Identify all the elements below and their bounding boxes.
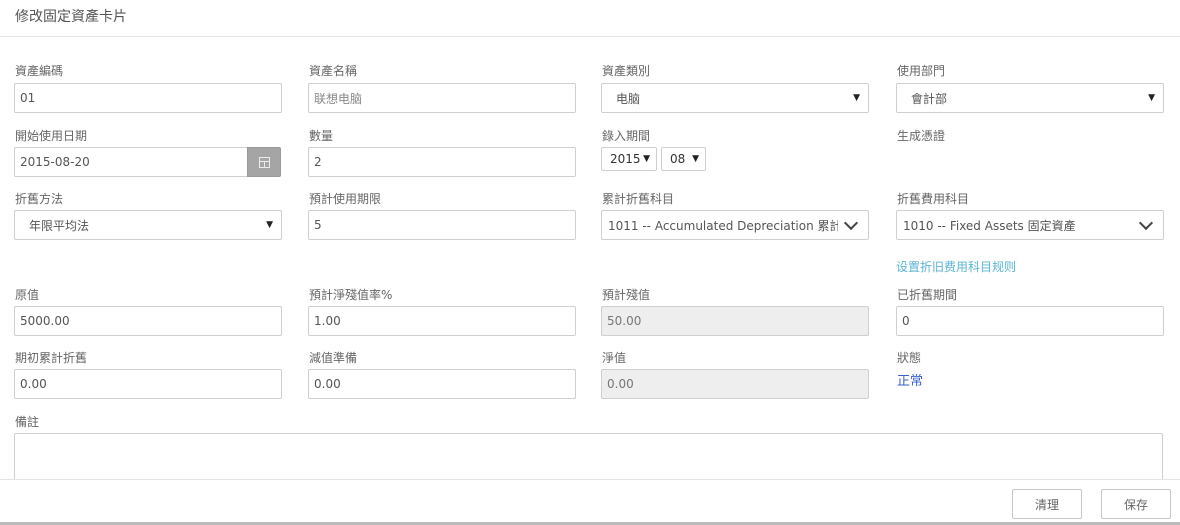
depr-expense-account-select[interactable]: 1010 -- Fixed Assets 固定資產 xyxy=(896,210,1164,240)
impairment-input[interactable]: 0.00 xyxy=(308,369,576,399)
modal-header: 修改固定資產卡片 xyxy=(0,0,1180,37)
residual-rate-input[interactable]: 1.00 xyxy=(308,306,576,336)
impairment-label: 減值準備 xyxy=(309,351,358,365)
accum-depr-account-label: 累計折舊科目 xyxy=(602,192,675,206)
calendar-button[interactable] xyxy=(247,147,281,177)
initial-accum-depr-label: 期初累計折舊 xyxy=(15,351,88,365)
asset-category-value: 电脑 xyxy=(616,91,641,106)
modal-footer: 清理 保存 xyxy=(0,479,1180,525)
asset-name-label: 資產名稱 xyxy=(309,64,358,78)
caret-down-icon: ▼ xyxy=(692,154,699,164)
expected-residual-label: 預計殘值 xyxy=(602,288,651,302)
quantity-input[interactable]: 2 xyxy=(308,147,576,177)
asset-code-label: 資產編碼 xyxy=(15,64,64,78)
entry-period-month-value: 08 xyxy=(670,152,686,166)
entry-period-month-select[interactable]: 08 ▼ xyxy=(661,147,706,171)
net-value-field: 0.00 xyxy=(601,369,869,399)
quantity-label: 數量 xyxy=(309,129,334,143)
department-label: 使用部門 xyxy=(897,64,946,78)
expense-rule-link[interactable]: 设置折旧费用科目规则 xyxy=(896,258,1016,275)
depreciation-method-select[interactable]: 年限平均法 ▼ xyxy=(14,210,282,240)
entry-period-year-value: 2015 xyxy=(610,152,641,166)
original-value-label: 原值 xyxy=(15,288,40,302)
asset-category-select[interactable]: 电脑 ▼ xyxy=(601,83,869,113)
depreciated-periods-label: 已折舊期間 xyxy=(897,288,958,302)
start-date-label: 開始使用日期 xyxy=(15,129,88,143)
residual-rate-label: 預計淨殘值率% xyxy=(309,288,393,302)
initial-accum-depr-input[interactable]: 0.00 xyxy=(14,369,282,399)
save-button[interactable]: 保存 xyxy=(1101,489,1171,519)
start-date-input[interactable]: 2015-08-20 xyxy=(14,147,248,177)
expected-life-input[interactable]: 5 xyxy=(308,210,576,240)
accum-depr-account-value: 1011 -- Accumulated Depreciation 累計折舊 xyxy=(608,218,838,233)
expected-life-label: 預計使用期限 xyxy=(309,192,382,206)
chevron-down-icon xyxy=(1138,215,1154,230)
entry-period-label: 錄入期間 xyxy=(602,129,651,143)
department-select[interactable]: 會計部 ▼ xyxy=(896,83,1164,113)
depr-expense-account-label: 折舊費用科目 xyxy=(897,192,970,206)
expected-residual-field: 50.00 xyxy=(601,306,869,336)
depreciated-periods-input[interactable]: 0 xyxy=(896,306,1164,336)
caret-down-icon: ▼ xyxy=(643,154,650,164)
asset-code-input[interactable]: 01 xyxy=(14,83,282,113)
status-value: 正常 xyxy=(897,374,924,389)
clear-button[interactable]: 清理 xyxy=(1012,489,1082,519)
remarks-label: 備註 xyxy=(15,415,40,429)
asset-category-label: 資產類別 xyxy=(602,64,651,78)
depreciation-method-label: 折舊方法 xyxy=(15,192,64,206)
entry-period-year-select[interactable]: 2015 ▼ xyxy=(601,147,657,171)
net-value-label: 淨值 xyxy=(602,351,627,365)
accum-depr-account-select[interactable]: 1011 -- Accumulated Depreciation 累計折舊 xyxy=(601,210,869,240)
department-value: 會計部 xyxy=(911,91,948,106)
caret-down-icon: ▼ xyxy=(853,93,860,103)
asset-name-input[interactable]: 联想电脑 xyxy=(308,83,576,113)
caret-down-icon: ▼ xyxy=(266,220,273,230)
status-label: 狀態 xyxy=(897,351,922,365)
calendar-icon xyxy=(258,156,270,168)
depreciation-method-value: 年限平均法 xyxy=(29,218,90,233)
original-value-input[interactable]: 5000.00 xyxy=(14,306,282,336)
chevron-down-icon xyxy=(843,215,859,230)
depr-expense-account-value: 1010 -- Fixed Assets 固定資產 xyxy=(903,218,1076,233)
page-title: 修改固定資產卡片 xyxy=(15,9,127,25)
caret-down-icon: ▼ xyxy=(1148,93,1155,103)
generate-voucher-label: 生成憑證 xyxy=(897,129,946,143)
